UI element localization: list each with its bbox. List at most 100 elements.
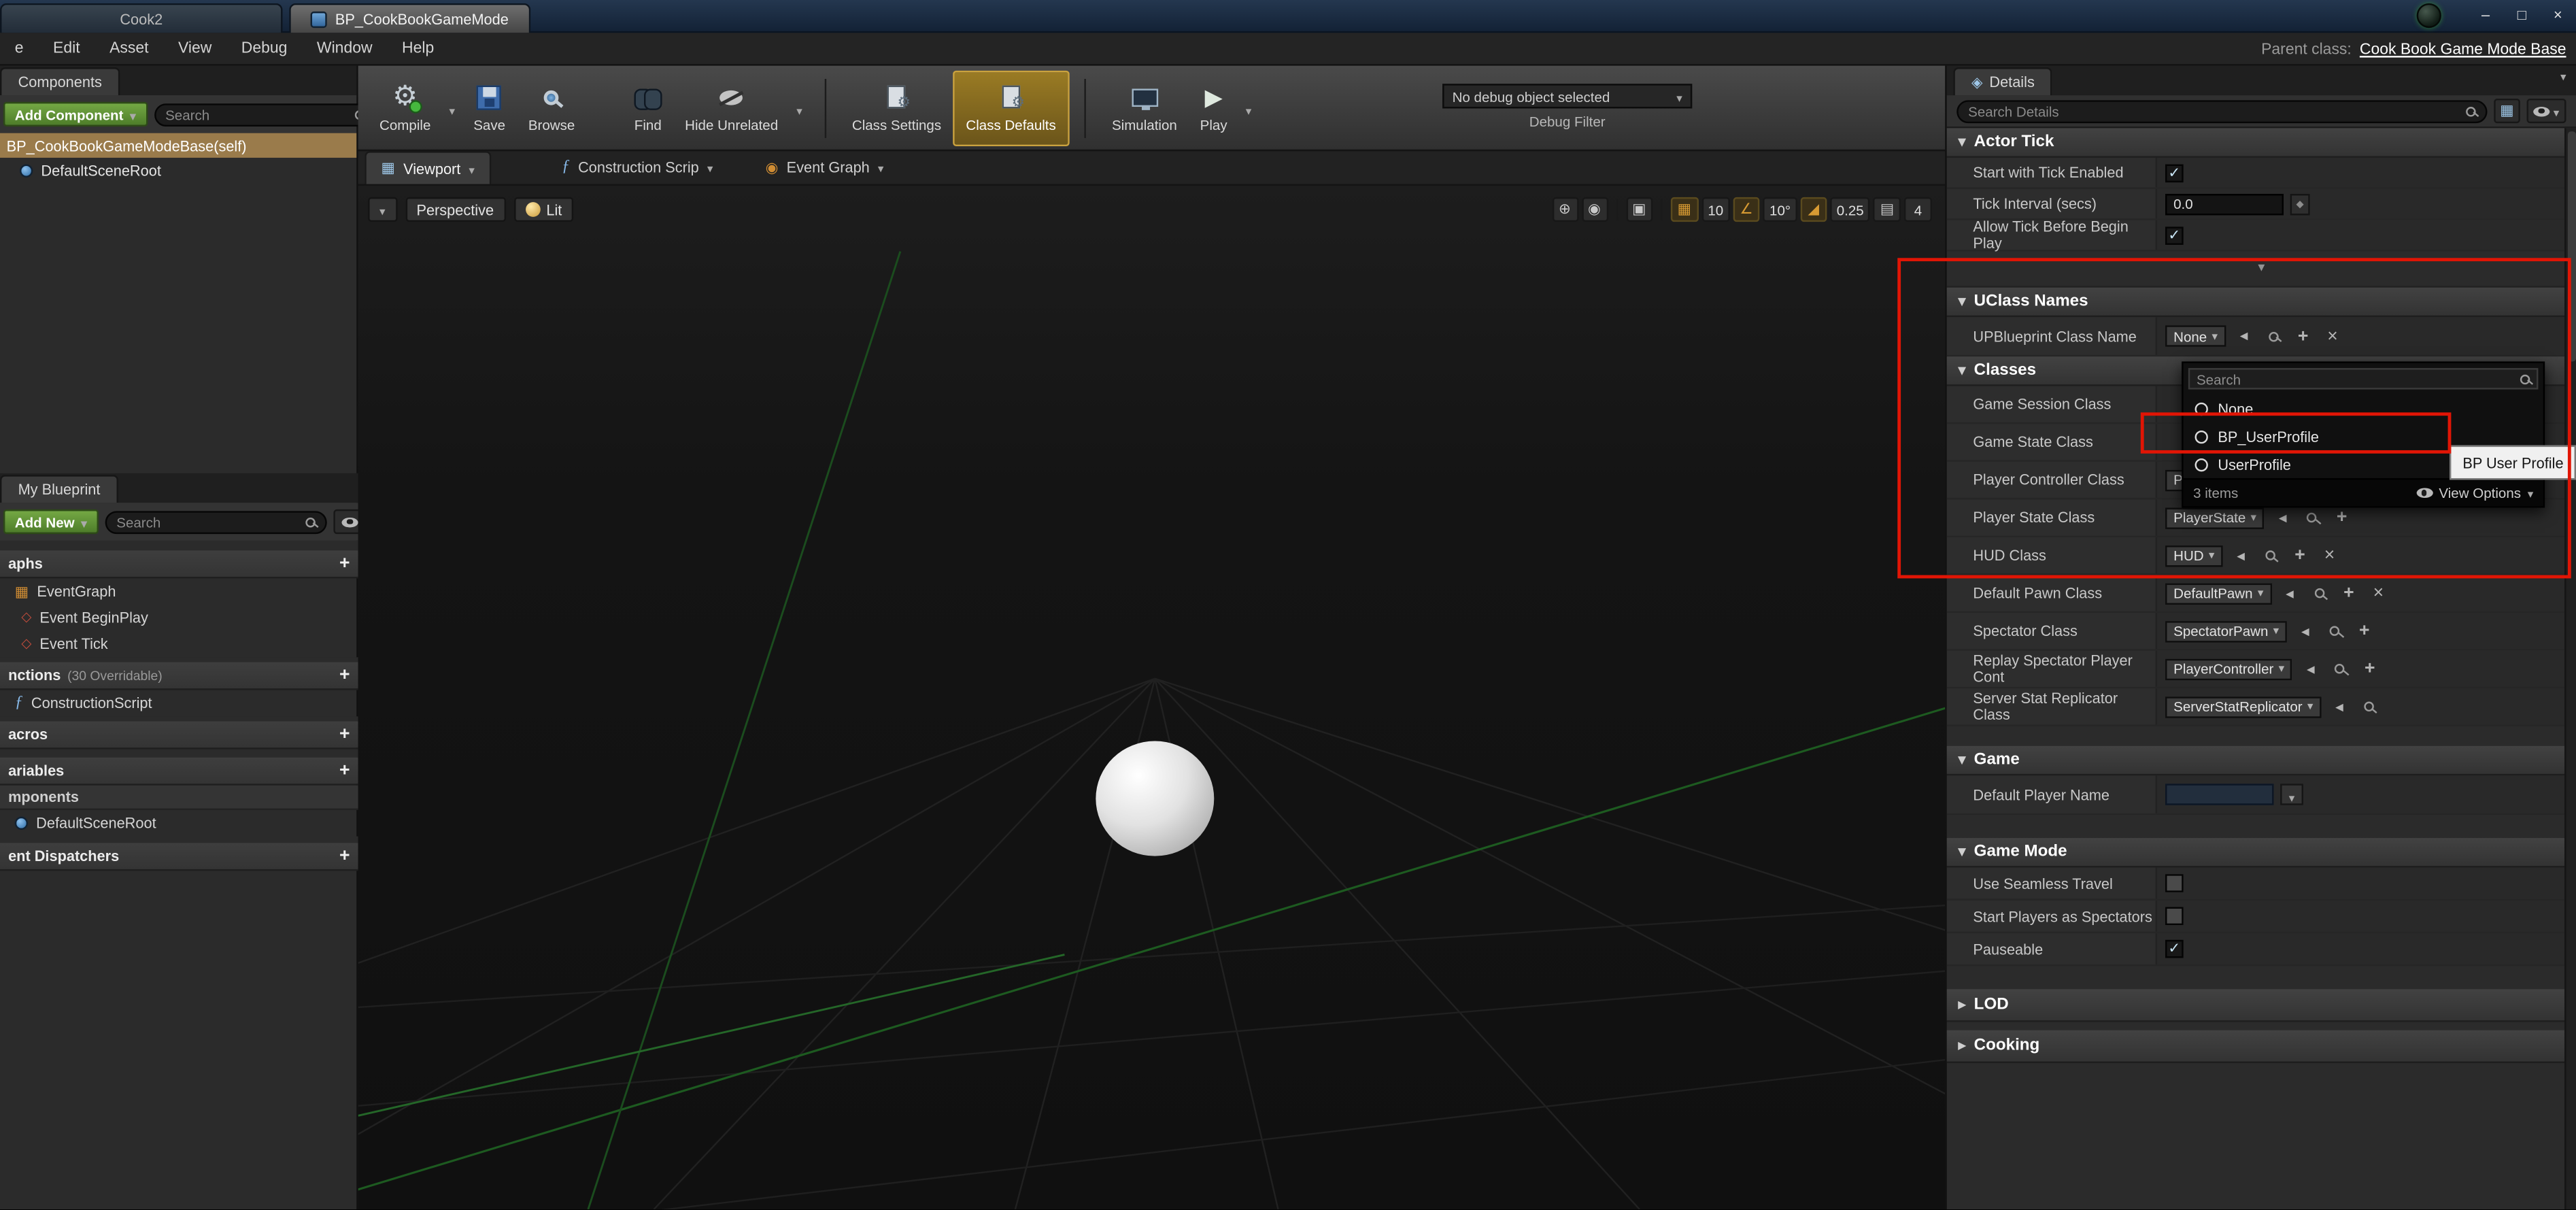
clear-button[interactable]	[2318, 545, 2341, 566]
browse-button[interactable]: Browse	[517, 70, 586, 146]
text-options-dropdown[interactable]	[2280, 784, 2303, 805]
add-function-button[interactable]: +	[339, 665, 350, 685]
add-dispatcher-button[interactable]: +	[339, 846, 350, 865]
tab-construction-script[interactable]: ƒ Construction Scrip	[547, 151, 728, 184]
use-selected-asset-button[interactable]	[2271, 507, 2294, 528]
grid-snap-value[interactable]: 10	[1701, 197, 1730, 222]
maximize-button[interactable]: □	[2504, 0, 2540, 29]
menu-item-view[interactable]: View	[163, 39, 226, 58]
browse-asset-button[interactable]	[2358, 696, 2381, 717]
play-button[interactable]: ▶ Play	[1189, 70, 1239, 146]
camera-speed-icon[interactable]: ▤	[1874, 197, 1901, 222]
use-selected-asset-button[interactable]	[2233, 325, 2256, 346]
class-dropdown[interactable]: HUD	[2165, 544, 2223, 567]
browse-asset-button[interactable]	[2328, 658, 2352, 679]
components-search[interactable]	[154, 102, 376, 126]
menu-item-debug[interactable]: Debug	[226, 39, 302, 58]
play-options-button[interactable]	[1239, 70, 1259, 146]
add-variable-button[interactable]: +	[339, 761, 350, 780]
checkbox-unchecked[interactable]	[2165, 874, 2184, 892]
menu-item-window[interactable]: Window	[302, 39, 387, 58]
component-row-self[interactable]: BP_CookBookGameModeBase(self)	[0, 133, 357, 158]
view-options-button[interactable]: View Options	[2416, 485, 2534, 501]
category-uclass-names[interactable]: UClass Names	[1946, 287, 2576, 318]
add-new-button[interactable]: Add New	[3, 509, 99, 535]
add-macro-button[interactable]: +	[339, 724, 350, 744]
details-search[interactable]	[1956, 99, 2488, 122]
3d-viewport[interactable]: Perspective Lit ⊕ ◉ ▣ ▦ 10 ∠ 10° ◢ 0.25	[358, 185, 1946, 1210]
sidebar-item-eventgraph[interactable]: ▦ EventGraph	[0, 578, 358, 605]
menu-item-edit[interactable]: Edit	[38, 39, 95, 58]
add-element-button[interactable]	[2292, 325, 2315, 346]
save-button[interactable]: Save	[462, 70, 517, 146]
sidebar-subsection-components[interactable]: mponents	[0, 785, 358, 810]
class-defaults-button[interactable]: Class Defaults	[953, 69, 1070, 146]
world-space-icon[interactable]: ◉	[1581, 197, 1608, 222]
property-matrix-icon[interactable]: ▦	[2494, 98, 2520, 124]
value-spinner[interactable]	[2290, 192, 2310, 215]
grid-snap-icon[interactable]: ▦	[1670, 197, 1698, 222]
add-element-button[interactable]	[2331, 507, 2354, 528]
hide-unrelated-options-button[interactable]	[790, 70, 809, 146]
category-game[interactable]: Game	[1946, 745, 2576, 776]
tab-event-graph[interactable]: ◉ Event Graph	[751, 151, 898, 184]
my-blueprint-search-input[interactable]	[116, 513, 299, 531]
details-scrollbar[interactable]	[2564, 128, 2576, 1210]
tab-details[interactable]: ◈ Details	[1953, 67, 2053, 96]
sidebar-item-event-tick[interactable]: Event Tick	[0, 631, 358, 658]
add-graph-button[interactable]: +	[339, 554, 350, 573]
use-selected-asset-button[interactable]	[2278, 582, 2301, 603]
close-button[interactable]: ×	[2540, 0, 2576, 29]
category-game-mode[interactable]: Game Mode	[1946, 838, 2576, 868]
checkbox-checked[interactable]	[2165, 163, 2184, 182]
perspective-button[interactable]: Perspective	[405, 197, 505, 222]
lit-mode-button[interactable]: Lit	[513, 197, 574, 222]
add-component-button[interactable]: Add Component	[3, 101, 148, 127]
tick-interval-field[interactable]: 0.0	[2165, 192, 2284, 215]
sidebar-item-constructionscript[interactable]: ƒ ConstructionScript	[0, 690, 358, 717]
my-blueprint-search[interactable]	[105, 510, 327, 533]
class-dropdown[interactable]: PlayerController	[2165, 658, 2293, 679]
tab-components[interactable]: Components	[0, 67, 120, 96]
parent-class-link[interactable]: Cook Book Game Mode Base	[2360, 40, 2566, 58]
sidebar-item-variables[interactable]: ariables +	[0, 757, 358, 786]
checkbox-checked[interactable]	[2165, 939, 2184, 958]
use-selected-asset-button[interactable]	[2229, 545, 2252, 566]
browse-asset-button[interactable]	[2259, 545, 2282, 566]
add-element-button[interactable]	[2358, 658, 2382, 679]
sidebar-item-defaultsceneroot[interactable]: DefaultSceneRoot	[0, 810, 358, 837]
viewport-options-button[interactable]	[368, 197, 397, 222]
menu-item-file[interactable]: e	[0, 39, 38, 58]
clear-button[interactable]	[2321, 325, 2344, 346]
component-row-defaultsceneroot[interactable]: DefaultSceneRoot	[0, 158, 356, 182]
category-cooking[interactable]: Cooking	[1946, 1030, 2576, 1064]
use-selected-asset-button[interactable]	[2328, 696, 2351, 717]
show-advanced-button[interactable]	[1946, 251, 2576, 288]
sidebar-item-functions[interactable]: nctions (30 Overridable) +	[0, 662, 358, 690]
checkbox-checked[interactable]	[2165, 226, 2184, 244]
compile-button[interactable]: ⚙ Compile	[368, 70, 442, 146]
add-element-button[interactable]	[2288, 545, 2311, 566]
rotation-snap-icon[interactable]: ∠	[1733, 197, 1760, 222]
tab-viewport[interactable]: ▦ Viewport	[365, 151, 492, 184]
scale-snap-icon[interactable]: ◢	[1800, 197, 1827, 222]
camera-speed-value[interactable]: 4	[1903, 197, 1933, 222]
sidebar-item-macros[interactable]: acros +	[0, 721, 358, 750]
window-tab-cook2[interactable]: Cook2	[0, 3, 283, 33]
checkbox-unchecked[interactable]	[2165, 907, 2184, 926]
use-selected-asset-button[interactable]	[2299, 658, 2322, 679]
find-button[interactable]: Find	[622, 70, 673, 146]
class-dropdown[interactable]: PlayerState	[2165, 507, 2265, 528]
browse-asset-button[interactable]	[2323, 620, 2346, 641]
browse-asset-button[interactable]	[2262, 325, 2285, 346]
sidebar-item-graphs[interactable]: aphs +	[0, 550, 358, 579]
surface-snap-icon[interactable]: ⊕	[1551, 197, 1578, 222]
add-element-button[interactable]	[2353, 620, 2376, 641]
sphere-mesh[interactable]	[1096, 741, 1215, 856]
scale-snap-value[interactable]: 0.25	[1830, 197, 1871, 222]
sidebar-item-event-dispatchers[interactable]: ent Dispatchers +	[0, 843, 358, 871]
minimize-button[interactable]: –	[2468, 0, 2504, 29]
menu-item-asset[interactable]: Asset	[95, 39, 163, 58]
class-dropdown[interactable]: SpectatorPawn	[2165, 620, 2288, 642]
category-lod[interactable]: LOD	[1946, 989, 2576, 1022]
